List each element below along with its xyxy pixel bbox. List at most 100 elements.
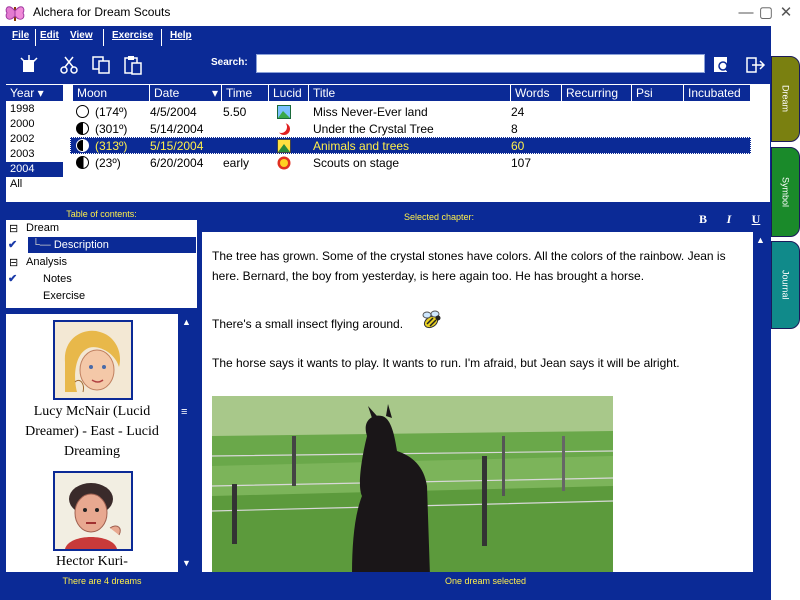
cell-time[interactable]: 5.50: [223, 104, 246, 120]
cell-time[interactable]: early: [223, 155, 249, 171]
column-header-label: Words: [515, 86, 550, 100]
menu-exercise[interactable]: Exercise: [112, 30, 153, 41]
cell-date[interactable]: 5/15/2004: [150, 138, 203, 154]
paste-icon: [124, 56, 142, 75]
menu-separator: [103, 29, 104, 46]
cell-moon[interactable]: (301º): [95, 121, 127, 137]
sort-down-icon: ▾: [211, 86, 218, 100]
cell-title[interactable]: Animals and trees: [313, 138, 409, 154]
scroll-thumb-icon[interactable]: ≡: [181, 406, 187, 418]
tab-symbol[interactable]: Symbol: [771, 147, 800, 237]
cell-date[interactable]: 4/5/2004: [150, 104, 197, 120]
column-header-label: Recurring: [566, 86, 619, 100]
column-header-time[interactable]: Time: [222, 85, 269, 101]
menu-separator: [35, 29, 36, 46]
portrait-drawing: [65, 483, 121, 549]
collapse-icon[interactable]: ⊟: [9, 221, 18, 237]
tab-journal[interactable]: Journal: [771, 241, 800, 329]
sun-icon: [277, 156, 291, 170]
bold-button[interactable]: B: [695, 211, 711, 227]
chapter-header: Selected chapter:: [404, 212, 475, 222]
cell-words[interactable]: 8: [511, 121, 518, 137]
menu-help[interactable]: Help: [170, 30, 192, 41]
column-header-label: Date: [154, 86, 180, 100]
new-dream-button[interactable]: [18, 55, 40, 75]
column-header-label: Incubated: [688, 86, 741, 100]
column-header-lucid[interactable]: Lucid: [269, 85, 309, 101]
column-header-incubated[interactable]: Incubated: [684, 85, 751, 101]
moon-phase-icon: [76, 121, 93, 137]
toc-item-analysis[interactable]: Analysis: [26, 254, 67, 270]
year-item[interactable]: 2003: [6, 147, 63, 162]
close-button[interactable]: ✕: [777, 4, 795, 22]
toc-item-exercise[interactable]: Exercise: [43, 288, 85, 304]
italic-button[interactable]: I: [721, 211, 737, 227]
column-header-date[interactable]: Date ▾: [150, 85, 222, 101]
column-header-recurring[interactable]: Recurring: [562, 85, 632, 101]
scroll-down-icon[interactable]: ▼: [182, 558, 191, 568]
cell-title[interactable]: Scouts on stage: [313, 155, 399, 171]
cell-title[interactable]: Miss Never-Ever land: [313, 104, 428, 120]
toc-header: Table of contents:: [66, 209, 137, 219]
hector-portrait[interactable]: [53, 471, 133, 551]
scroll-up-icon[interactable]: ▲: [756, 235, 765, 245]
exit-button[interactable]: [744, 55, 766, 75]
column-header-moon[interactable]: Moon: [73, 85, 150, 101]
cell-moon[interactable]: (174º): [95, 104, 127, 120]
underline-button[interactable]: U: [748, 211, 764, 227]
cell-moon[interactable]: (23º): [95, 155, 121, 171]
cell-words[interactable]: 107: [511, 155, 531, 171]
moon-phase-icon: [76, 104, 93, 120]
year-item[interactable]: All: [6, 177, 63, 192]
column-header-label: Moon: [77, 86, 108, 100]
copy-button[interactable]: [90, 55, 112, 75]
chapter-scrollbar[interactable]: ▲: [753, 232, 769, 572]
paragraph: The tree has grown. Some of the crystal …: [212, 249, 726, 283]
year-item[interactable]: 1998: [6, 102, 63, 117]
search-input[interactable]: [256, 54, 705, 73]
cell-date[interactable]: 6/20/2004: [150, 155, 203, 171]
cell-date[interactable]: 5/14/2004: [150, 121, 203, 137]
paste-button[interactable]: [122, 55, 144, 75]
search-go-button[interactable]: [712, 55, 734, 75]
bee-icon: [422, 310, 441, 329]
year-item[interactable]: 2004: [6, 162, 63, 177]
chapter-text[interactable]: The tree has grown. Some of the crystal …: [202, 232, 753, 572]
tab-dream-label: Dream: [780, 85, 791, 113]
cell-title[interactable]: Under the Crystal Tree: [313, 121, 434, 137]
menu-view[interactable]: View: [70, 30, 93, 41]
person-name[interactable]: Hector Kuri-: [12, 552, 172, 572]
collapse-icon[interactable]: ⊟: [9, 255, 18, 271]
menu-file[interactable]: File: [12, 30, 29, 41]
scroll-up-icon[interactable]: ▲: [182, 317, 191, 327]
landscape-icon: [277, 139, 291, 153]
cell-moon[interactable]: (313º): [95, 138, 127, 154]
tab-symbol-label: Symbol: [780, 176, 791, 207]
moon-phase-icon: [76, 155, 93, 171]
paragraph: The horse says it wants to play. It want…: [212, 356, 680, 370]
menu-edit[interactable]: Edit: [40, 30, 59, 41]
minimize-button[interactable]: —: [737, 4, 755, 22]
lucy-portrait[interactable]: [53, 320, 133, 400]
person-name[interactable]: Lucy McNair (Lucid Dreamer) - East - Luc…: [12, 402, 172, 462]
maximize-button[interactable]: ▢: [757, 4, 775, 22]
menu-separator: [161, 29, 162, 46]
toc-item-description[interactable]: └— Description: [28, 237, 196, 253]
tab-dream[interactable]: Dream: [771, 56, 800, 142]
cut-button[interactable]: [58, 55, 80, 75]
year-item[interactable]: 2002: [6, 132, 63, 147]
toc-item-dream[interactable]: Dream: [26, 220, 59, 236]
exit-icon: [746, 57, 766, 73]
cell-words[interactable]: 60: [511, 138, 524, 154]
column-header-words[interactable]: Words: [511, 85, 562, 101]
column-header-psi[interactable]: Psi: [632, 85, 684, 101]
toc-item-notes[interactable]: Notes: [43, 271, 72, 287]
people-scrollbar[interactable]: ▲ ≡ ▼: [178, 314, 196, 572]
search-label: Search:: [211, 57, 248, 68]
cell-words[interactable]: 24: [511, 104, 524, 120]
column-header-title[interactable]: Title: [309, 85, 511, 101]
year-item[interactable]: 2000: [6, 117, 63, 132]
cut-icon: [60, 56, 78, 74]
butterfly-app-icon: [5, 6, 25, 21]
people-list: Lucy McNair (Lucid Dreamer) - East - Luc…: [6, 314, 178, 572]
